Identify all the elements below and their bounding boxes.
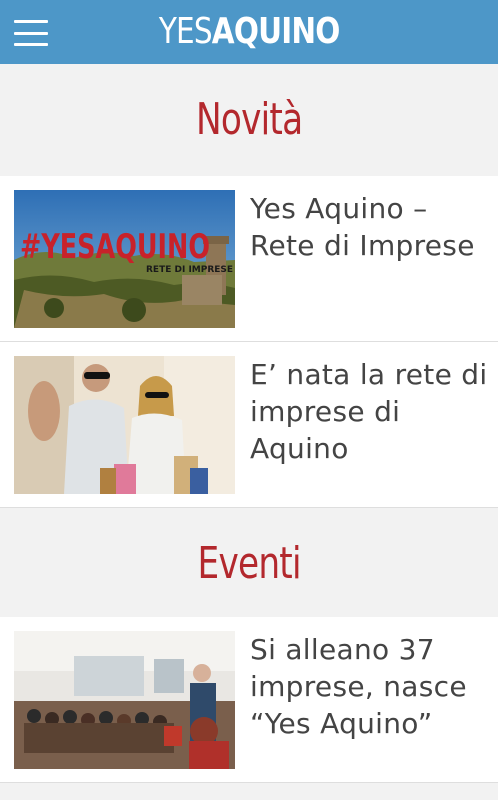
- article-title[interactable]: Si alleano 37 imprese, nasce “Yes Aquino…: [250, 631, 490, 742]
- article-thumbnail: #YESAQUINO RETE DI IMPRESE: [14, 190, 235, 328]
- article-card[interactable]: E’ nata la rete di imprese di Aquino: [0, 342, 498, 508]
- article-title[interactable]: E’ nata la rete di imprese di Aquino: [250, 356, 490, 467]
- section-title-eventi: Eventi: [197, 538, 301, 589]
- thumbnail-overlay-text: #YESAQUINO: [20, 227, 210, 267]
- thumbnail-overlay-subtext: RETE DI IMPRESE: [146, 265, 233, 275]
- app-header: YESAQUINO: [0, 0, 498, 64]
- article-thumbnail: [14, 356, 235, 494]
- article-thumbnail: [14, 631, 235, 769]
- app-logo[interactable]: YESAQUINO: [159, 0, 341, 64]
- article-title[interactable]: Yes Aquino – Rete di Imprese: [250, 190, 490, 264]
- hamburger-menu-icon[interactable]: [14, 20, 48, 46]
- section-title-novita: Novità: [195, 94, 303, 145]
- article-card[interactable]: #YESAQUINO RETE DI IMPRESE Yes Aquino – …: [0, 176, 498, 342]
- article-card[interactable]: Si alleano 37 imprese, nasce “Yes Aquino…: [0, 617, 498, 783]
